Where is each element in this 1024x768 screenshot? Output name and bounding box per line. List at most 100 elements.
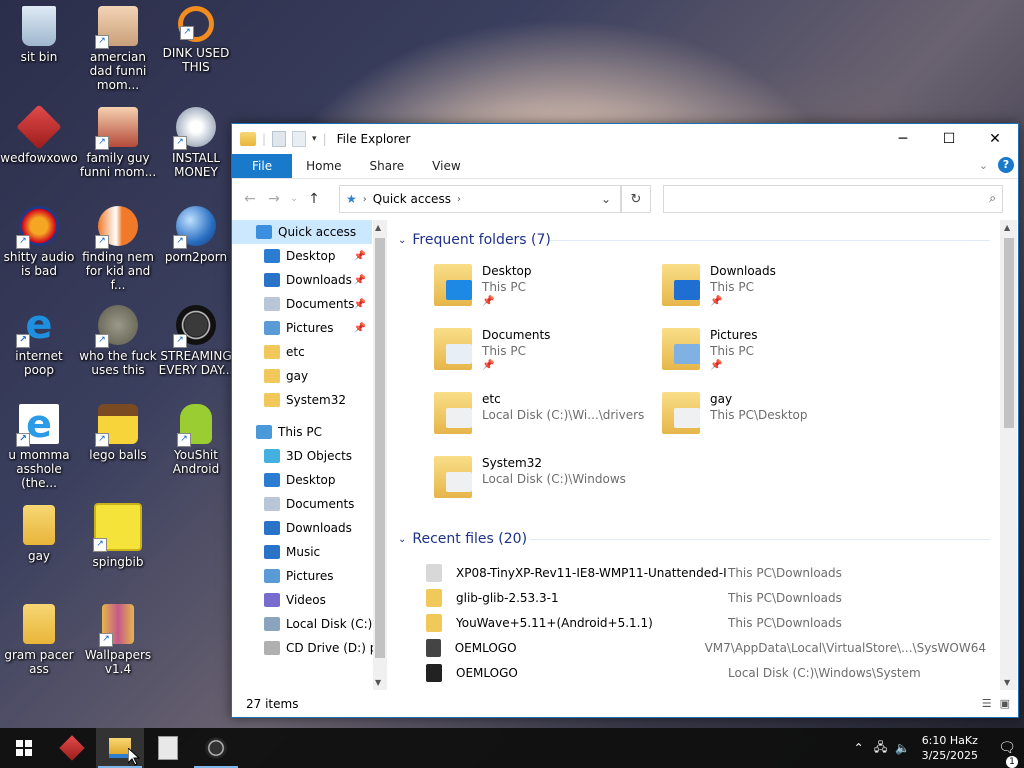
refresh-button[interactable]: ↻ bbox=[621, 185, 651, 213]
minimize-button[interactable]: ─ bbox=[880, 124, 926, 154]
desktop-icon-install-money[interactable]: ↗ INSTALL MONEY bbox=[157, 107, 235, 179]
nav-item[interactable]: Desktop 📌 bbox=[232, 244, 372, 268]
nav-item[interactable]: Pictures bbox=[232, 564, 372, 588]
scrollbar-thumb[interactable] bbox=[1004, 238, 1014, 428]
frequent-folder-tile[interactable]: Pictures This PC 📌 bbox=[662, 328, 882, 384]
action-center-button[interactable]: 🗨 1 bbox=[990, 740, 1024, 768]
frequent-folder-tile[interactable]: Downloads This PC 📌 bbox=[662, 264, 882, 320]
nav-item[interactable]: Desktop bbox=[232, 468, 372, 492]
taskbar-obs-app[interactable] bbox=[192, 728, 240, 768]
nav-item[interactable]: Downloads bbox=[232, 516, 372, 540]
recent-file-row[interactable]: OEMLOGO Local Disk (C:)\Windows\System bbox=[426, 660, 986, 685]
recent-file-row[interactable]: YouWave+5.11+(Android+5.1.1) This PC\Down… bbox=[426, 610, 986, 635]
details-view-icon[interactable]: ☰ bbox=[982, 697, 992, 710]
desktop-icon-lego-balls[interactable]: ↗ lego balls bbox=[79, 404, 157, 462]
desktop-icon-shitty-audio[interactable]: ↗ shitty audio is bad bbox=[0, 206, 78, 278]
nav-item-label: etc bbox=[286, 345, 305, 359]
frequent-folder-tile[interactable]: System32 Local Disk (C:)\Windows bbox=[434, 456, 654, 512]
pin-icon: 📌 bbox=[710, 360, 723, 371]
tab-file[interactable]: File bbox=[232, 154, 293, 178]
expand-ribbon-chevron-icon[interactable]: ⌄ bbox=[979, 159, 988, 172]
taskbar-notepad-app[interactable] bbox=[144, 728, 192, 768]
frequent-folder-tile[interactable]: etc Local Disk (C:)\Wi...\drivers bbox=[434, 392, 654, 448]
desktop-icon-porn2porn[interactable]: ↗ porn2porn bbox=[157, 206, 235, 264]
desktop-icon-wallpapers[interactable]: ↗ Wallpapers v1.4 bbox=[79, 604, 157, 676]
nav-item[interactable]: Music bbox=[232, 540, 372, 564]
nav-item[interactable]: 3D Objects bbox=[232, 444, 372, 468]
new-folder-icon[interactable] bbox=[292, 131, 307, 147]
recent-file-row[interactable]: XP08-TinyXP-Rev11-IE8-WMP11-Unattended-I… bbox=[426, 560, 986, 585]
desktop-icon-internet-poop[interactable]: e ↗ internet poop bbox=[0, 305, 78, 377]
desktop-icon-gay-folder[interactable]: gay bbox=[0, 505, 78, 563]
desktop-icon-gram-pacer[interactable]: gram pacer ass bbox=[0, 604, 78, 676]
desktop-icon-family-guy[interactable]: ↗ family guy funni mom... bbox=[79, 107, 157, 179]
nav-item[interactable]: System32 bbox=[232, 388, 372, 412]
network-icon[interactable]: 🖧 bbox=[870, 738, 892, 759]
nav-item[interactable]: CD Drive (D:) pe bbox=[232, 636, 385, 660]
frequent-folder-tile[interactable]: Desktop This PC 📌 bbox=[434, 264, 654, 320]
desktop-icon-finding-nem[interactable]: ↗ finding nem for kid and f... bbox=[79, 206, 157, 292]
nav-item[interactable]: Documents 📌 bbox=[232, 292, 372, 316]
nav-item-label: This PC bbox=[278, 425, 322, 439]
back-arrow-icon[interactable]: ← bbox=[238, 191, 262, 207]
desktop-icon-american-dad[interactable]: ↗ amercian dad funni mom... bbox=[79, 6, 157, 92]
forward-arrow-icon[interactable]: → bbox=[262, 191, 286, 207]
frequent-folders-header[interactable]: ⌄ Frequent folders (7) bbox=[398, 228, 551, 252]
desktop-icon-streaming[interactable]: ↗ STREAMING EVERY DAY... bbox=[157, 305, 235, 377]
tab-share[interactable]: Share bbox=[356, 154, 419, 178]
scroll-down-icon[interactable]: ▼ bbox=[375, 678, 381, 687]
nav-item[interactable]: This PC bbox=[232, 420, 372, 444]
clock[interactable]: 6:10 HaKz 3/25/2025 bbox=[922, 733, 978, 763]
recent-file-row[interactable]: OEMLOGO VM7\AppData\Local\VirtualStore\..… bbox=[426, 635, 986, 660]
nav-item[interactable]: Local Disk (C:) bbox=[232, 612, 372, 636]
desktop-icon-who-uses-this[interactable]: ↗ who the fuck uses this bbox=[79, 305, 157, 377]
nav-item[interactable]: Documents bbox=[232, 492, 372, 516]
nav-item[interactable]: Videos bbox=[232, 588, 372, 612]
nav-item[interactable]: Downloads 📌 bbox=[232, 268, 372, 292]
content-scrollbar[interactable]: ▲ ▼ bbox=[1000, 220, 1017, 690]
desktop-icon-u-momma[interactable]: e ↗ u momma asshole (the... bbox=[0, 404, 78, 490]
scroll-up-icon[interactable]: ▲ bbox=[1004, 223, 1010, 232]
close-button[interactable]: ✕ bbox=[972, 124, 1018, 154]
scrollbar-thumb[interactable] bbox=[375, 238, 385, 658]
tab-home[interactable]: Home bbox=[292, 154, 355, 178]
scroll-down-icon[interactable]: ▼ bbox=[1004, 678, 1010, 687]
scroll-up-icon[interactable]: ▲ bbox=[375, 223, 381, 232]
nav-item[interactable]: Pictures 📌 bbox=[232, 316, 372, 340]
recent-file-row[interactable]: glib-glib-2.53.3-1 This PC\Downloads bbox=[426, 585, 986, 610]
volume-icon[interactable]: 🔈 bbox=[892, 741, 914, 755]
large-icons-view-icon[interactable]: ▣ bbox=[1000, 697, 1010, 710]
taskbar-red-hexagon-app[interactable] bbox=[48, 728, 96, 768]
nav-item[interactable]: Quick access bbox=[232, 220, 372, 244]
start-button[interactable] bbox=[0, 728, 48, 768]
properties-icon[interactable] bbox=[272, 131, 287, 147]
tab-view[interactable]: View bbox=[418, 154, 474, 178]
up-arrow-icon[interactable]: ↑ bbox=[302, 191, 326, 207]
address-bar[interactable]: ★ › Quick access › ⌄ bbox=[339, 185, 621, 213]
shortcut-arrow-icon: ↗ bbox=[95, 35, 109, 49]
refresh-icon: ↻ bbox=[630, 191, 642, 207]
recent-files-header[interactable]: ⌄ Recent files (20) bbox=[398, 527, 527, 551]
desktop-icon-spingbib[interactable]: ↗ spingbib bbox=[79, 503, 157, 569]
customize-toolbar-chevron-icon[interactable]: ▾ bbox=[312, 134, 317, 144]
search-input[interactable]: ⌕ bbox=[663, 185, 1003, 213]
nav-folder-icon bbox=[264, 545, 280, 559]
title-bar[interactable]: | ▾ | File Explorer ─ ☐ ✕ bbox=[232, 124, 1018, 154]
address-dropdown-chevron-icon[interactable]: ⌄ bbox=[592, 186, 620, 212]
show-hidden-icons-chevron-icon[interactable]: ⌃ bbox=[848, 741, 870, 755]
navigation-scrollbar[interactable]: ▲ ▼ bbox=[373, 220, 387, 690]
maximize-button[interactable]: ☐ bbox=[926, 124, 972, 154]
desktop-icon-youshit-android[interactable]: ↗ YouShit Android bbox=[157, 404, 235, 476]
desktop-icon-dink-used-this[interactable]: ↗ DINK USED THIS bbox=[157, 6, 235, 74]
breadcrumb-quick-access[interactable]: Quick access bbox=[373, 192, 451, 206]
nav-item[interactable]: gay bbox=[232, 364, 372, 388]
frequent-folder-tile[interactable]: gay This PC\Desktop bbox=[662, 392, 882, 448]
frequent-folder-tile[interactable]: Documents This PC 📌 bbox=[434, 328, 654, 384]
notification-icon: 🗨 bbox=[998, 740, 1016, 756]
help-icon[interactable]: ? bbox=[998, 157, 1014, 173]
lego-figure-icon: ↗ bbox=[95, 404, 138, 447]
desktop-icon-wedfowxowo[interactable]: wedfowxowo bbox=[0, 104, 78, 165]
desktop-icon-recycle-bin[interactable]: sit bin bbox=[0, 6, 78, 64]
nav-item[interactable]: etc bbox=[232, 340, 372, 364]
recent-locations-chevron-icon[interactable]: ⌄ bbox=[286, 194, 302, 204]
